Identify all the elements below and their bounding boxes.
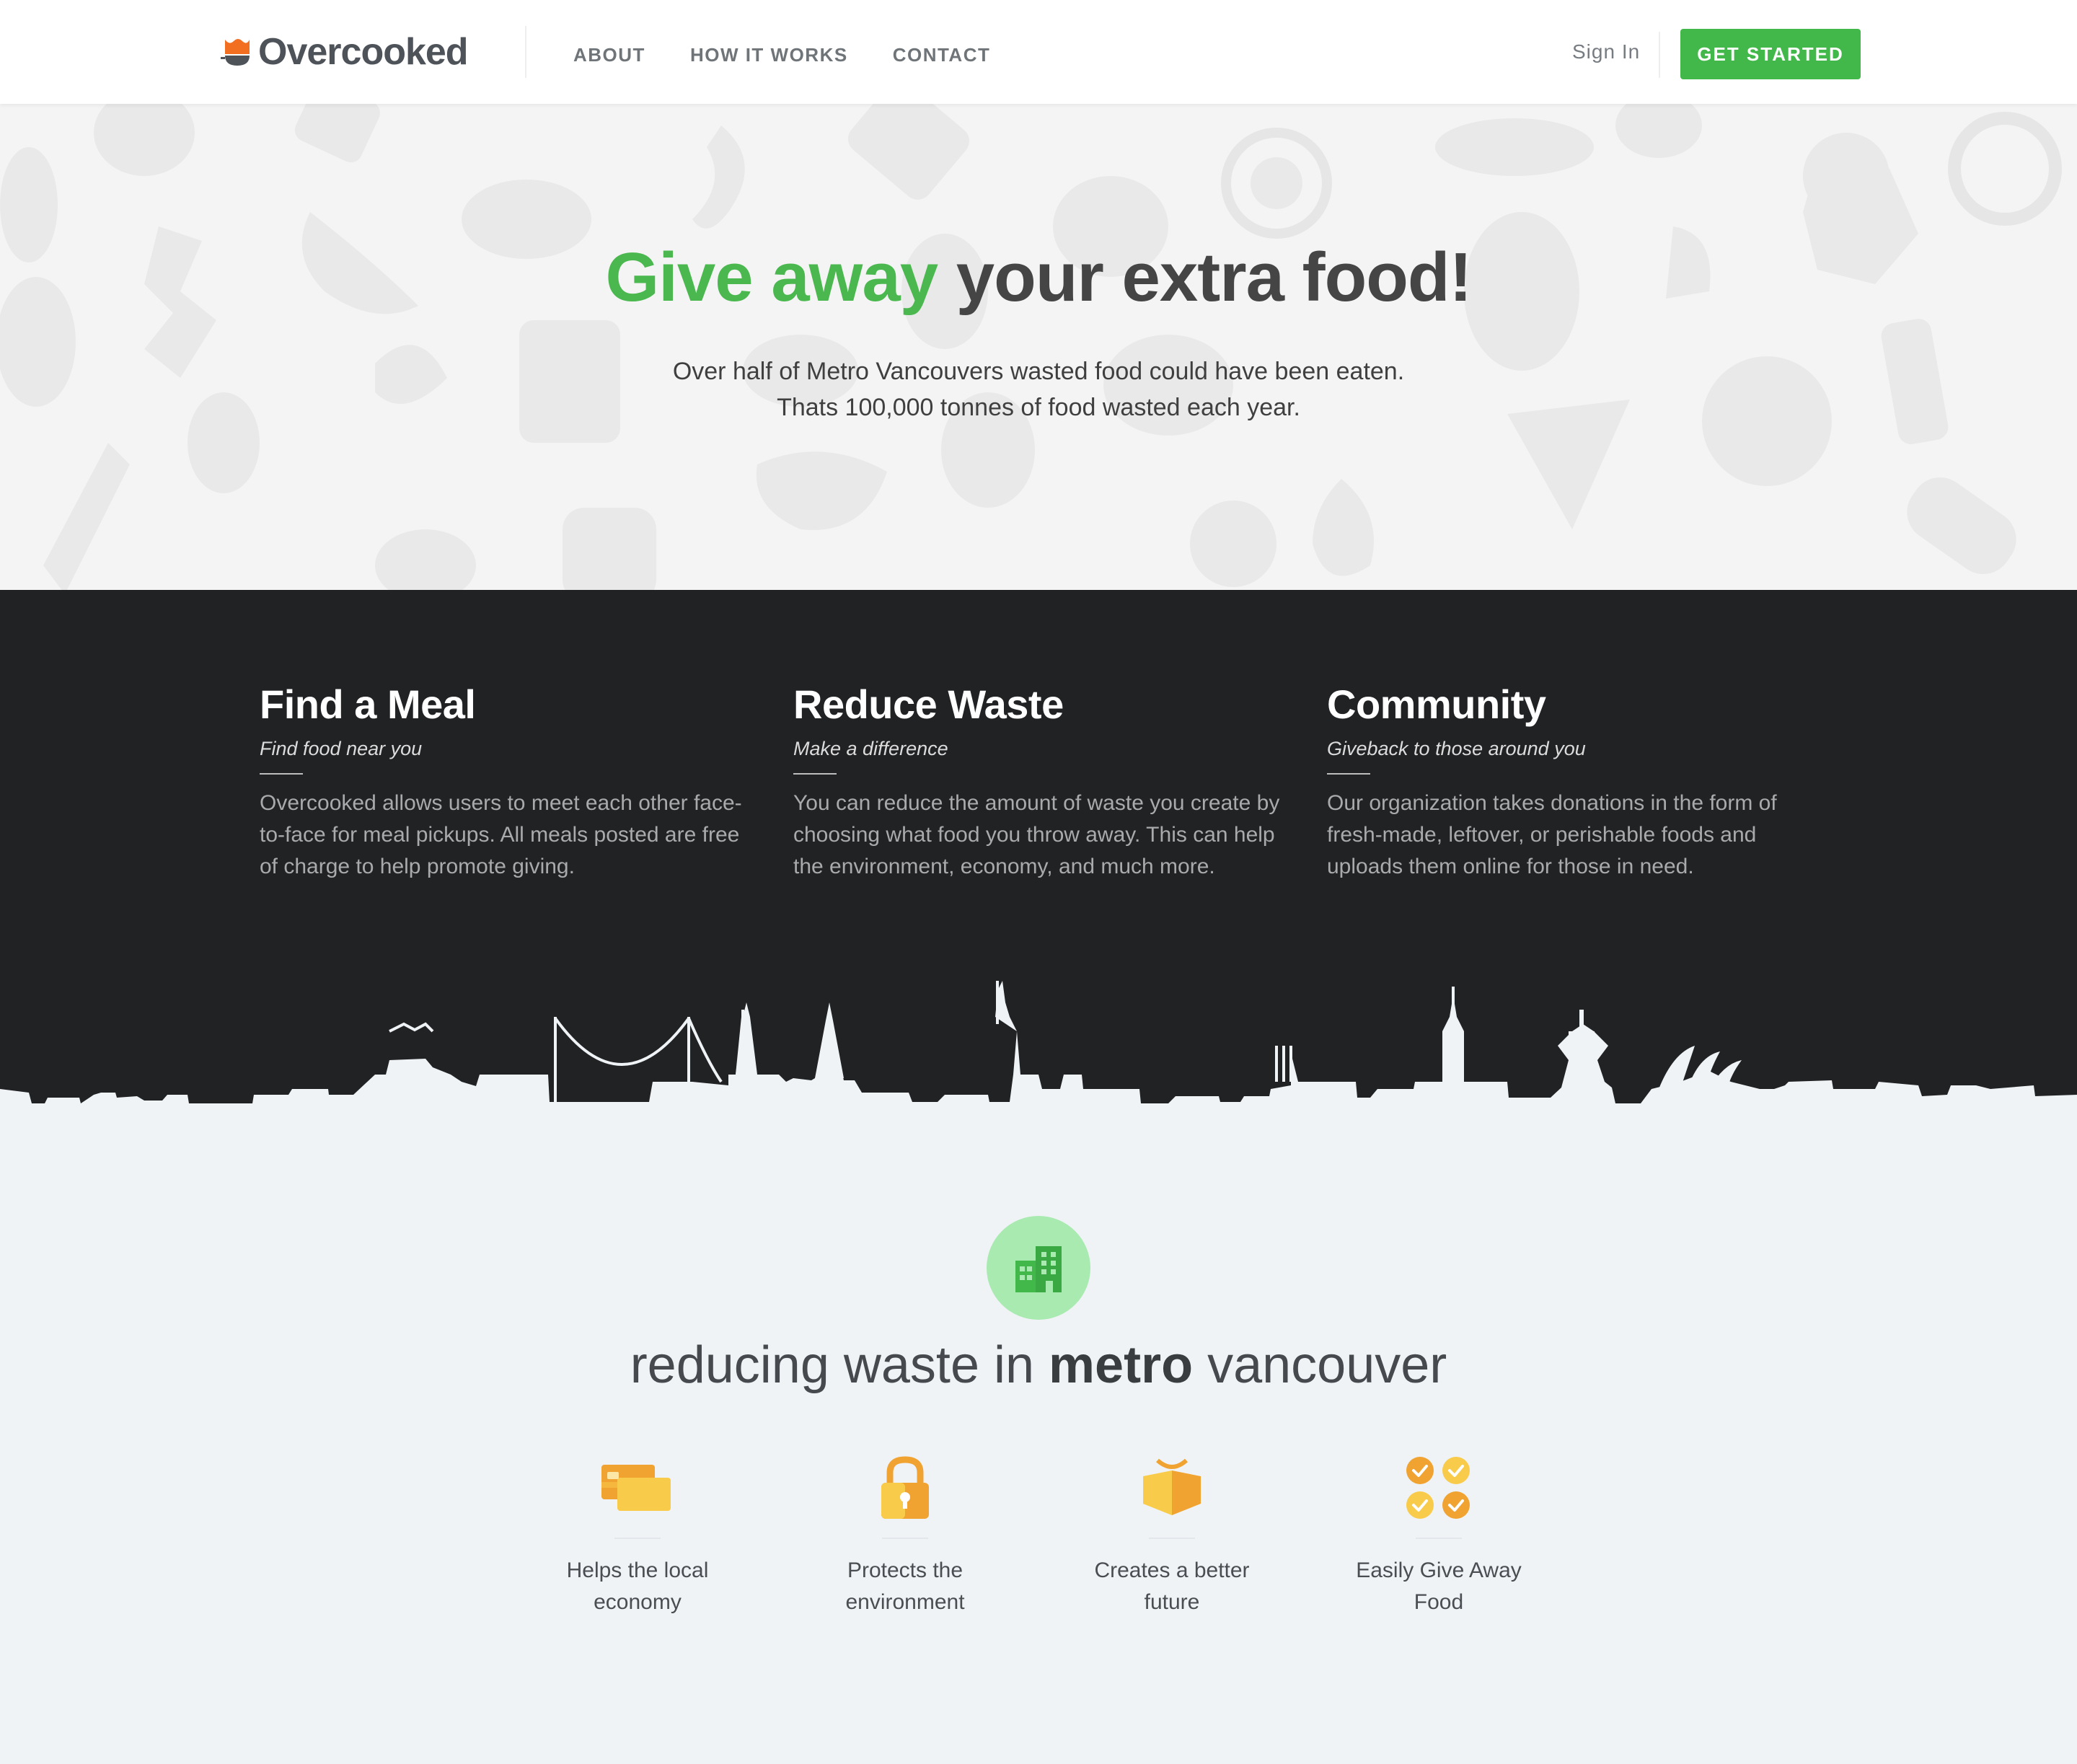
feature-reduce-waste: Reduce Waste Make a difference You can r…	[793, 681, 1284, 883]
benefit-divider	[1416, 1538, 1462, 1539]
hero-title-highlight: Give away	[605, 239, 938, 316]
benefit-divider	[882, 1538, 928, 1539]
lock-icon	[811, 1455, 999, 1520]
feature-body: Our organization takes donations in the …	[1327, 791, 1777, 878]
feature-title: Reduce Waste	[793, 682, 1064, 727]
feature-tagline: Make a difference	[793, 738, 948, 759]
nav-divider	[1659, 32, 1660, 78]
benefit-item: Creates a better future	[1078, 1455, 1266, 1618]
benefit-label: Easily Give Away Food	[1356, 1558, 1522, 1614]
feature-tagline: Giveback to those around you	[1327, 738, 1586, 759]
logo-text: Overcooked	[258, 31, 469, 73]
get-started-button[interactable]: GET STARTED	[1680, 29, 1861, 79]
food-pattern-background	[0, 104, 2062, 590]
benefit-item: Easily Give Away Food	[1345, 1455, 1533, 1618]
hero-subtitle: Over half of Metro Vancouvers wasted foo…	[0, 353, 2077, 425]
feature-tagline: Find food near you	[260, 738, 423, 759]
hero-title: Give away your extra food!	[0, 238, 2077, 317]
building-icon	[1015, 1246, 1062, 1292]
feature-divider	[1327, 773, 1370, 775]
feature-divider	[793, 773, 837, 775]
benefit-label: Helps the local economy	[566, 1558, 709, 1614]
nav-link-contact[interactable]: CONTACT	[893, 44, 991, 66]
feature-title: Community	[1327, 682, 1546, 727]
mission-prefix: reducing waste in	[630, 1336, 1049, 1394]
benefit-label: Creates a better future	[1094, 1558, 1250, 1614]
mission-suffix: vancouver	[1193, 1336, 1447, 1394]
city-skyline-illustration	[0, 981, 2077, 1132]
sign-in-link[interactable]: Sign In	[1572, 40, 1640, 63]
hero-subtitle-line: Thats 100,000 tonnes of food wasted each…	[777, 394, 1300, 421]
benefit-divider	[1149, 1538, 1195, 1539]
feature-divider	[260, 773, 303, 775]
top-nav: Overcooked ABOUT HOW IT WORKS CONTACT Si…	[0, 0, 2077, 104]
benefit-label: Protects the environment	[845, 1558, 965, 1614]
feature-find-a-meal: Find a Meal Find food near you Overcooke…	[260, 681, 750, 883]
nav-links: ABOUT HOW IT WORKS CONTACT	[573, 0, 1035, 110]
feature-body: You can reduce the amount of waste you c…	[793, 791, 1280, 878]
hero-subtitle-line: Over half of Metro Vancouvers wasted foo…	[672, 358, 1405, 385]
mission-bold: metro	[1049, 1336, 1194, 1394]
feature-body: Overcooked allows users to meet each oth…	[260, 791, 742, 878]
benefit-divider	[614, 1538, 661, 1539]
nav-link-how-it-works[interactable]: HOW IT WORKS	[690, 44, 848, 66]
credit-card-icon	[544, 1455, 731, 1520]
checklist-icon	[1345, 1455, 1533, 1520]
logo[interactable]: Overcooked	[221, 31, 469, 73]
building-icon-badge	[987, 1216, 1090, 1320]
feature-title: Find a Meal	[260, 682, 476, 727]
chef-hat-logo-icon	[221, 39, 250, 66]
open-box-icon	[1078, 1455, 1266, 1520]
nav-link-about[interactable]: ABOUT	[573, 44, 645, 66]
benefit-item: Helps the local economy	[544, 1455, 731, 1618]
feature-community: Community Giveback to those around you O…	[1327, 681, 1817, 883]
hero-section: Give away your extra food! Over half of …	[0, 104, 2077, 590]
hero-title-rest: your extra food!	[938, 239, 1473, 316]
mission-tagline: reducing waste in metro vancouver	[0, 1336, 2077, 1395]
nav-divider	[525, 26, 526, 78]
benefit-item: Protects the environment	[811, 1455, 999, 1618]
